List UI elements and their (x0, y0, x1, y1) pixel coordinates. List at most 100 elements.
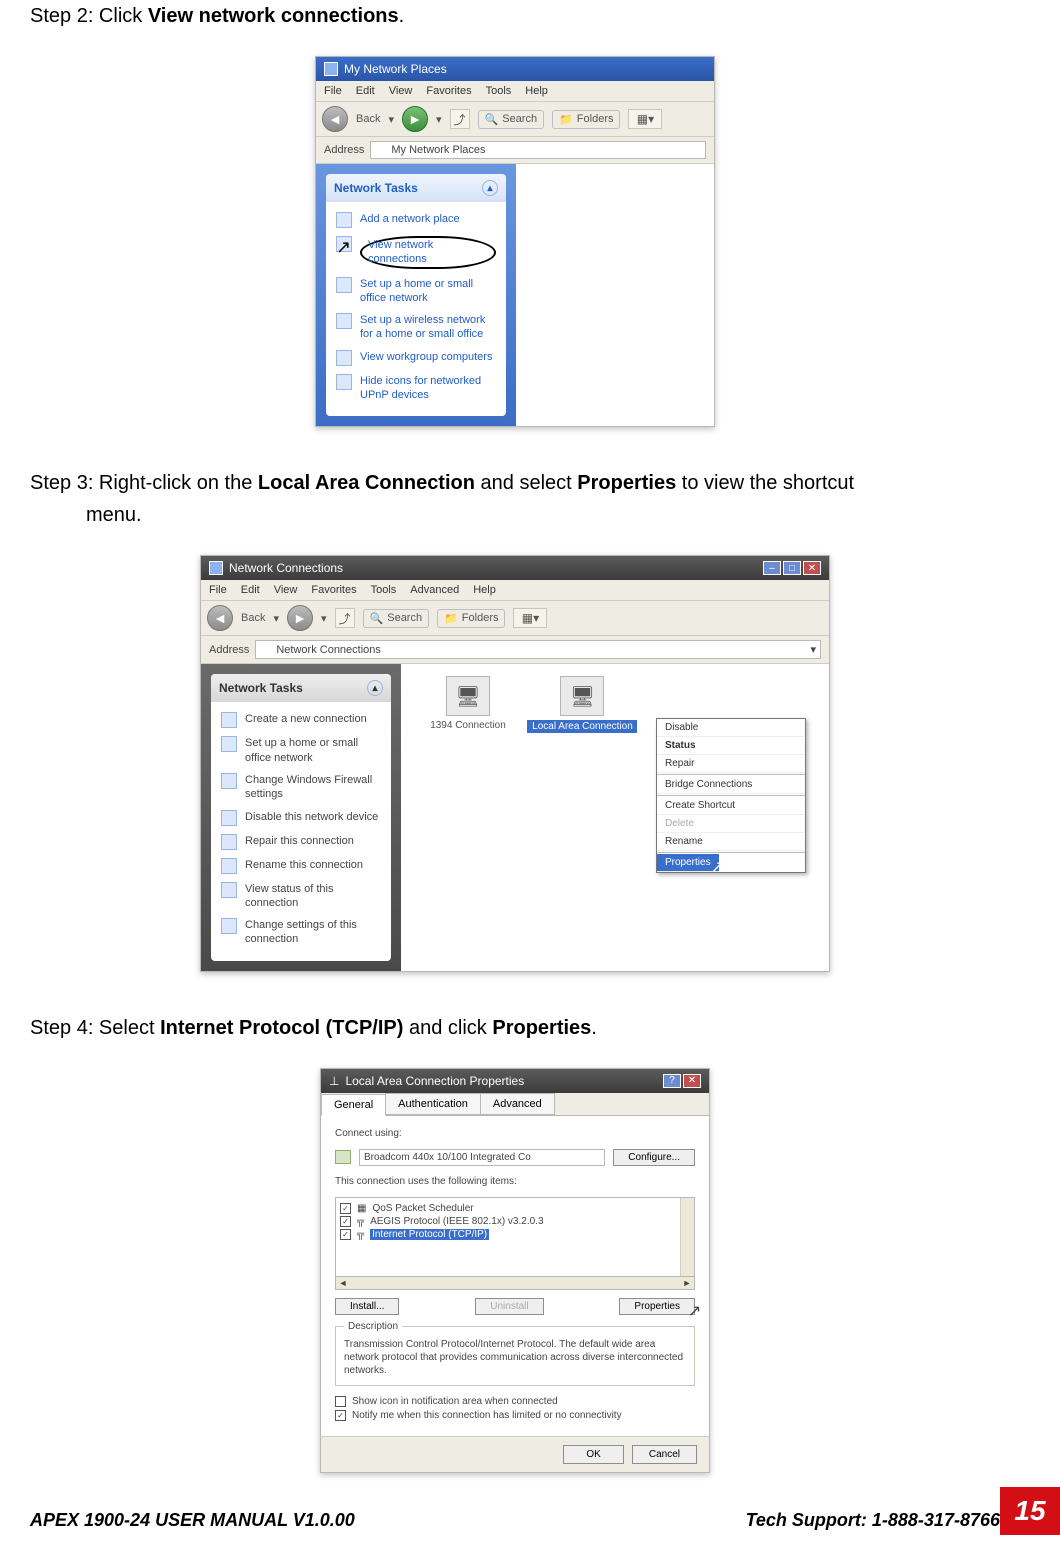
notify-checkbox[interactable]: ✓Notify me when this connection has limi… (335, 1410, 695, 1421)
checkbox-icon[interactable]: ✓ (340, 1216, 351, 1227)
checkbox-icon[interactable]: ✓ (340, 1203, 351, 1214)
configure-button[interactable]: Configure... (613, 1149, 695, 1166)
menu-view[interactable]: View (274, 584, 298, 596)
minimize-button[interactable]: – (763, 561, 781, 575)
menu-advanced[interactable]: Advanced (410, 584, 459, 596)
menu-tools[interactable]: Tools (371, 584, 397, 596)
search-button[interactable]: 🔍Search (478, 110, 545, 129)
s4-suf: . (591, 1017, 597, 1039)
task-repair[interactable]: Repair this connection (219, 830, 383, 854)
task-rename[interactable]: Rename this connection (219, 854, 383, 878)
task-setup-home-network[interactable]: Set up a home or small office network (334, 273, 498, 310)
menu-file[interactable]: File (209, 584, 227, 596)
task-change-settings[interactable]: Change settings of this connection (219, 914, 383, 951)
search-button[interactable]: 🔍Search (363, 609, 430, 628)
ok-button[interactable]: OK (563, 1445, 623, 1464)
back-button[interactable]: ◄ (207, 605, 233, 631)
back-dropdown-icon[interactable]: ▾ (273, 612, 279, 625)
ctx-create-shortcut[interactable]: Create Shortcut (657, 797, 805, 815)
new-conn-icon (221, 712, 237, 728)
connect-using-label: Connect using: (335, 1128, 695, 1139)
win1-addressbar: Address My Network Places (316, 137, 714, 164)
win1-content (516, 164, 714, 426)
ctx-repair[interactable]: Repair (657, 755, 805, 773)
item-qos[interactable]: ✓▦QoS Packet Scheduler (340, 1202, 690, 1215)
network-tasks-header[interactable]: Network Tasks ▴ (326, 174, 506, 202)
tab-general[interactable]: General (321, 1094, 386, 1116)
show-icon-checkbox[interactable]: Show icon in notification area when conn… (335, 1396, 695, 1407)
scrollbar-h[interactable]: ◄► (335, 1276, 695, 1290)
task-view-workgroup[interactable]: View workgroup computers (334, 346, 498, 370)
task-add-network-place[interactable]: Add a network place (334, 208, 498, 232)
task-create-connection[interactable]: Create a new connection (219, 708, 383, 732)
help-button[interactable]: ? (663, 1074, 681, 1088)
fwd-dropdown-icon[interactable]: ▾ (321, 612, 327, 625)
disable-icon (221, 810, 237, 826)
connection-1394[interactable]: 🖥 1394 Connection (413, 676, 523, 731)
back-dropdown-icon[interactable]: ▾ (388, 113, 394, 126)
item-aegis[interactable]: ✓╦AEGIS Protocol (IEEE 802.1x) v3.2.0.3 (340, 1215, 690, 1228)
view-mode-button[interactable]: ▦▾ (513, 608, 547, 628)
items-listbox[interactable]: ✓▦QoS Packet Scheduler ✓╦AEGIS Protocol … (335, 1197, 695, 1277)
tab-advanced[interactable]: Advanced (480, 1093, 555, 1115)
close-button[interactable]: ✕ (803, 561, 821, 575)
scroll-left-icon[interactable]: ◄ (336, 1277, 350, 1289)
ctx-properties[interactable]: Properties (657, 854, 719, 872)
menu-file[interactable]: File (324, 85, 342, 97)
menu-tools[interactable]: Tools (486, 85, 512, 97)
ctx-rename[interactable]: Rename (657, 833, 805, 851)
folders-icon: 📁 (444, 612, 458, 625)
menu-favorites[interactable]: Favorites (426, 85, 471, 97)
home-net-icon (336, 277, 352, 293)
install-button[interactable]: Install... (335, 1298, 399, 1315)
folders-button[interactable]: 📁Folders (552, 110, 620, 129)
menu-edit[interactable]: Edit (241, 584, 260, 596)
address-value[interactable]: My Network Places (391, 144, 701, 156)
lan-icon: 🖥 (560, 676, 604, 716)
ctx-disable[interactable]: Disable (657, 719, 805, 737)
checkbox-icon[interactable]: ✓ (335, 1410, 346, 1421)
forward-dropdown-icon[interactable]: ▾ (436, 113, 442, 126)
up-folder-icon[interactable]: ⤴ (335, 608, 355, 628)
chk-label: Show icon in notification area when conn… (352, 1396, 558, 1407)
up-folder-icon[interactable]: ⤴ (450, 109, 470, 129)
folders-button[interactable]: 📁Folders (437, 609, 505, 628)
forward-button[interactable]: ► (402, 106, 428, 132)
close-button[interactable]: ✕ (683, 1074, 701, 1088)
connection-lan[interactable]: 🖥 Local Area Connection (527, 676, 637, 733)
tab-authentication[interactable]: Authentication (385, 1093, 481, 1115)
address-dropdown-icon[interactable]: ▾ (810, 643, 816, 656)
repair-icon (221, 834, 237, 850)
forward-button[interactable]: ► (287, 605, 313, 631)
menu-help[interactable]: Help (473, 584, 496, 596)
task-setup-wireless[interactable]: Set up a wireless network for a home or … (334, 309, 498, 346)
checkbox-icon[interactable]: ✓ (340, 1229, 351, 1240)
maximize-button[interactable]: □ (783, 561, 801, 575)
menu-view[interactable]: View (389, 85, 413, 97)
task-label: Change Windows Firewall settings (245, 773, 381, 802)
back-button[interactable]: ◄ (322, 106, 348, 132)
ctx-status[interactable]: Status (657, 737, 805, 755)
menu-help[interactable]: Help (525, 85, 548, 97)
menu-favorites[interactable]: Favorites (311, 584, 356, 596)
cancel-button[interactable]: Cancel (632, 1445, 697, 1464)
menu-edit[interactable]: Edit (356, 85, 375, 97)
task-firewall[interactable]: Change Windows Firewall settings (219, 769, 383, 806)
network-tasks-header[interactable]: Network Tasks ▴ (211, 674, 391, 702)
scroll-right-icon[interactable]: ► (680, 1277, 694, 1289)
task-setup-home-network[interactable]: Set up a home or small office network (219, 732, 383, 769)
collapse-icon[interactable]: ▴ (482, 180, 498, 196)
properties-button[interactable]: Properties (619, 1298, 695, 1315)
checkbox-icon[interactable] (335, 1396, 346, 1407)
view-mode-button[interactable]: ▦▾ (628, 109, 662, 129)
item-tcpip[interactable]: ✓╦Internet Protocol (TCP/IP) (340, 1228, 690, 1241)
task-view-network-connections[interactable]: View network connections (334, 232, 498, 273)
task-view-status[interactable]: View status of this connection (219, 878, 383, 915)
collapse-icon[interactable]: ▴ (367, 680, 383, 696)
ctx-bridge[interactable]: Bridge Connections (657, 776, 805, 794)
scrollbar-v[interactable] (680, 1198, 694, 1276)
win1-menubar: File Edit View Favorites Tools Help (316, 81, 714, 102)
address-value[interactable]: Network Connections (276, 644, 806, 656)
task-disable-device[interactable]: Disable this network device (219, 806, 383, 830)
task-hide-upnp[interactable]: Hide icons for networked UPnP devices (334, 370, 498, 407)
